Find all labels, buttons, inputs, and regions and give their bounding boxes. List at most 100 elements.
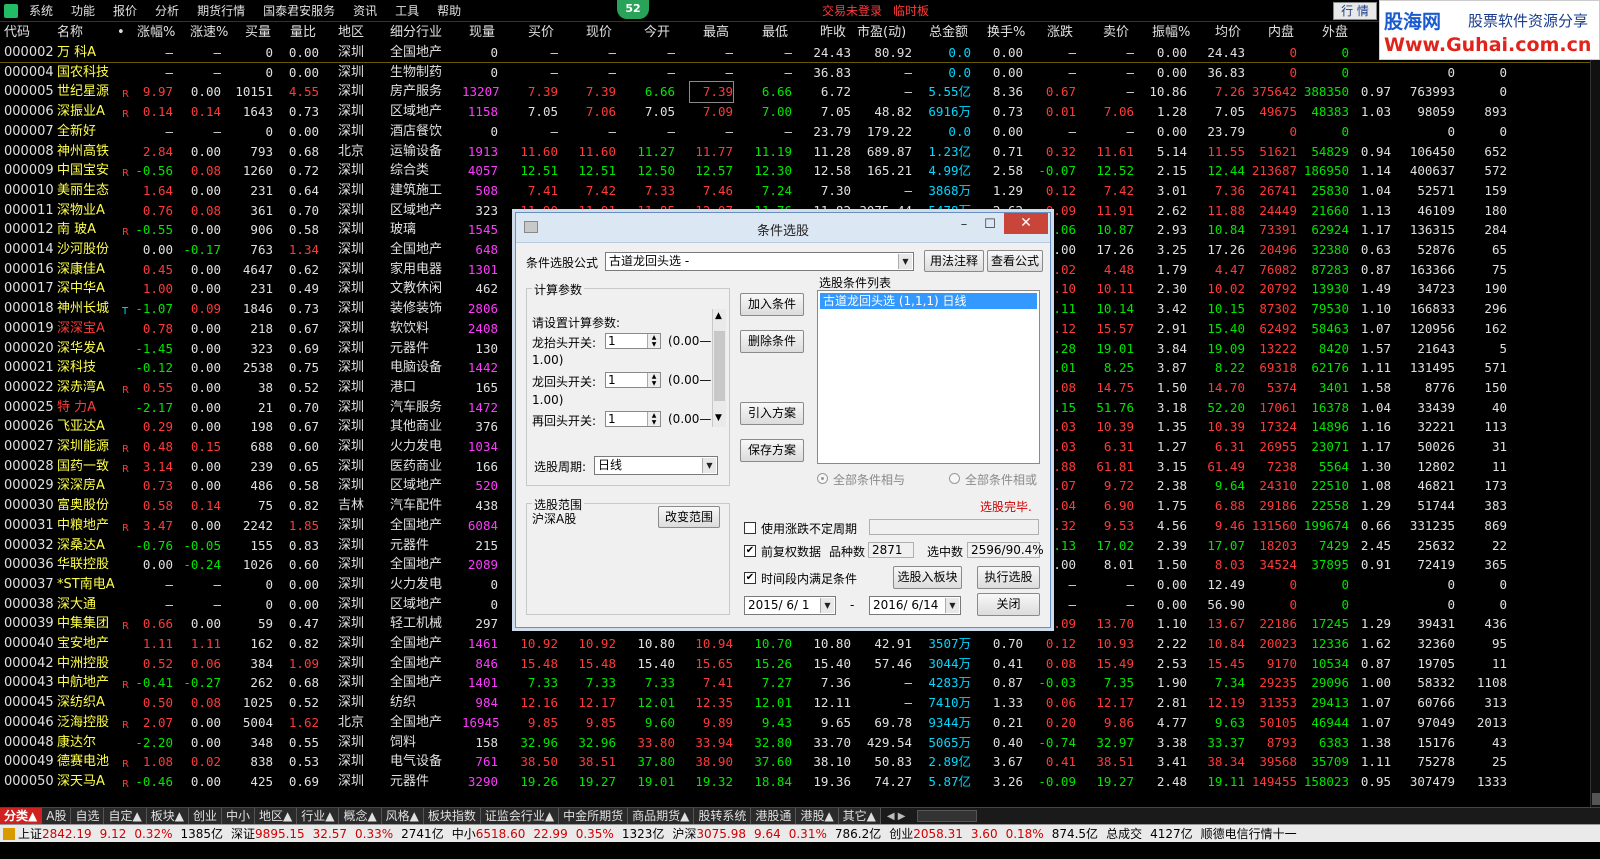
menu-function[interactable]: 功能 (62, 0, 104, 22)
tab-10[interactable]: 风格▲ (381, 807, 424, 825)
limit-period-field[interactable] (869, 519, 1039, 535)
table-row[interactable]: 000045 深纺织A 0.50 0.08 1025 0.52 深圳 纺织 984 12.16 12… (0, 693, 1590, 713)
tab-scroll-arrows-icon[interactable]: ◀ ▶ (881, 811, 912, 822)
tab-1[interactable]: A股 (42, 807, 72, 825)
header-pct[interactable]: 涨幅% (137, 23, 175, 43)
header-outer[interactable]: 外盘 (1322, 23, 1348, 43)
tab-5[interactable]: 创业 (188, 807, 222, 825)
tab-11[interactable]: 板块指数 (423, 807, 481, 825)
quote-button[interactable]: 行 情 (1333, 2, 1377, 20)
header-amplitude[interactable]: 振幅% (1152, 23, 1190, 43)
close-button[interactable]: 关闭 (977, 593, 1040, 616)
header-code[interactable]: 代码 (4, 23, 30, 43)
delete-condition-button[interactable]: 删除条件 (740, 330, 804, 353)
tab-14[interactable]: 商品期货▲ (628, 807, 695, 825)
menu-tools[interactable]: 工具 (386, 0, 428, 22)
tab-17[interactable]: 港股▲ (796, 807, 839, 825)
header-sell-price[interactable]: 卖价 (1103, 23, 1129, 43)
date-to-picker[interactable]: 2016/ 6/14 ▼ (869, 596, 961, 615)
table-row[interactable]: 000005 世纪星源 R 9.97 0.00 10151 4.55 深圳 房产服务 13207 7… (0, 81, 1590, 104)
param3-input[interactable]: 1 ▲ ▼ (605, 411, 661, 427)
tab-4[interactable]: 板块▲ (146, 807, 189, 825)
tab-0[interactable]: 分类▲ (0, 807, 43, 825)
table-row[interactable]: 000007 全新好 — —0 0.00 深圳 酒店餐饮 0— — — — —23.79 179.22 0… (0, 122, 1590, 142)
header-avg-price[interactable]: 均价 (1215, 23, 1241, 43)
tab-8[interactable]: 行业▲ (297, 807, 340, 825)
header-low[interactable]: 最低 (762, 23, 788, 43)
table-row[interactable]: 000006 深振业A R 0.14 0.14 1643 0.73 深圳 区域地产 1158 7.0… (0, 102, 1590, 122)
date-from-picker[interactable]: 2015/ 6/ 1 ▼ (744, 596, 836, 615)
header-cur-vol[interactable]: 现量 (469, 23, 495, 43)
tab-13[interactable]: 中金所期货 (559, 807, 629, 825)
tab-3[interactable]: 自定▲ (104, 807, 147, 825)
menu-gtja-service[interactable]: 国泰君安服务 (254, 0, 344, 22)
header-name[interactable]: 名称 (57, 23, 83, 43)
header-vol-ratio[interactable]: 量比 (290, 23, 316, 43)
notification-badge[interactable]: 52 (617, 0, 649, 19)
to-block-button[interactable]: 选股入板块 (893, 566, 962, 589)
time-cond-checkbox[interactable]: ✔ (744, 572, 756, 584)
table-row[interactable]: 000048 康达尔 -2.20 0.00 348 0.55 深圳 饲料 158 32.96 32.… (0, 733, 1590, 753)
table-row[interactable]: 000004 国农科技 — — 0 0.00 深圳 生物制药 0 — — — — — 36.83 — 0.0 0.… (0, 63, 1590, 83)
import-plan-button[interactable]: 引入方案 (740, 402, 804, 425)
minimize-icon[interactable]: – (952, 217, 976, 235)
period-select[interactable]: 日线 ▼ (594, 456, 718, 475)
header-buy-vol[interactable]: 买量 (245, 23, 271, 43)
param1-input[interactable]: 1 ▲ ▼ (605, 333, 661, 349)
menu-news[interactable]: 资讯 (344, 0, 386, 22)
tab-scrollbar[interactable] (917, 810, 978, 822)
header-buy-price[interactable]: 买价 (528, 23, 554, 43)
header-amount[interactable]: 总金额 (929, 23, 968, 43)
view-formula-button[interactable]: 查看公式 (987, 250, 1043, 272)
close-icon[interactable]: ✕ (1004, 213, 1048, 234)
tab-9[interactable]: 概念▲ (339, 807, 382, 825)
execute-screen-button[interactable]: 执行选股 (977, 566, 1040, 589)
param2-spinner-icon[interactable]: ▲ ▼ (647, 373, 660, 387)
param3-spinner-icon[interactable]: ▲ ▼ (647, 412, 660, 426)
table-row[interactable]: 000009 中国宝安 R -0.56 0.08 1260 0.72 深圳 综合类 4057 12.… (0, 161, 1590, 181)
change-range-button[interactable]: 改变范围 (658, 506, 720, 528)
table-row[interactable]: 000040 宝安地产 1.11 1.11 162 0.82 深圳 全国地产 1461 10.92… (0, 634, 1590, 654)
table-row[interactable]: 000043 中航地产 R -0.41 -0.27 262 0.68 深圳 全国地产 1401 7.… (0, 673, 1590, 693)
maximize-icon[interactable]: ☐ (978, 217, 1002, 235)
header-change[interactable]: 涨跌 (1047, 23, 1073, 43)
table-row[interactable]: 000046 泛海控股 R 2.07 0.00 5004 1.62 北京 全国地产 16945 9.… (0, 713, 1590, 733)
temp-board-link[interactable]: 临时板 (893, 0, 929, 22)
tab-2[interactable]: 自选 (71, 807, 105, 825)
table-row[interactable]: 000002 万 科A — —0 0.00 深圳 全国地产 0— — — — —24.43 80.92 0… (0, 43, 1590, 63)
use-limit-period-checkbox[interactable] (744, 522, 756, 534)
all-and-radio[interactable] (817, 473, 828, 484)
menu-help[interactable]: 帮助 (428, 0, 470, 22)
all-or-radio[interactable] (949, 473, 960, 484)
menu-quote[interactable]: 报价 (104, 0, 146, 22)
condition-list[interactable]: 古道龙回头选 (1,1,1) 日线 (817, 290, 1040, 464)
scroll-up-icon[interactable]: ▲ (715, 311, 722, 321)
header-cur-price[interactable]: 现价 (586, 23, 612, 43)
header-industry[interactable]: 细分行业 (390, 23, 442, 43)
params-scroll-thumb[interactable] (714, 331, 725, 401)
header-turnover[interactable]: 换手% (987, 23, 1025, 43)
header-high[interactable]: 最高 (703, 23, 729, 43)
pre-adjust-checkbox[interactable]: ✔ (744, 545, 756, 557)
header-prev-close[interactable]: 昨收 (820, 23, 846, 43)
tab-16[interactable]: 港股通 (751, 807, 797, 825)
tab-6[interactable]: 中小 (221, 807, 255, 825)
param1-spinner-icon[interactable]: ▲ ▼ (647, 334, 660, 348)
table-row[interactable]: 000042 中洲控股 0.52 0.06 384 1.09 深圳 全国地产 846 15.48 1… (0, 654, 1590, 674)
params-scrollbar[interactable]: ▲ ▼ (712, 309, 726, 427)
usage-notes-button[interactable]: 用法注释 (924, 250, 984, 272)
trade-login-status[interactable]: 交易未登录 (822, 0, 882, 22)
table-row[interactable]: 000050 深天马A R -0.46 0.00 425 0.69 深圳 元器件 3290 19.2… (0, 772, 1590, 792)
table-row[interactable]: 000008 神州高铁 2.84 0.00 793 0.68 北京 运输设备 1913 11.60… (0, 142, 1590, 162)
add-condition-button[interactable]: 加入条件 (740, 293, 804, 316)
grid-vertical-scrollbar[interactable] (1590, 23, 1600, 807)
tab-12[interactable]: 证监会行业▲ (480, 807, 560, 825)
header-mark[interactable]: • (117, 23, 125, 43)
table-row[interactable]: 000049 德赛电池 R 1.08 0.02 838 0.53 深圳 电气设备 761 38.50… (0, 752, 1590, 772)
tab-15[interactable]: 股转系统 (694, 807, 752, 825)
param2-input[interactable]: 1 ▲ ▼ (605, 372, 661, 388)
scrollbar-thumb[interactable] (1592, 793, 1600, 805)
dialog-titlebar[interactable]: 条件选股 – ☐ ✕ (516, 213, 1050, 243)
tab-18[interactable]: 其它▲ (838, 807, 881, 825)
menu-analysis[interactable]: 分析 (146, 0, 188, 22)
